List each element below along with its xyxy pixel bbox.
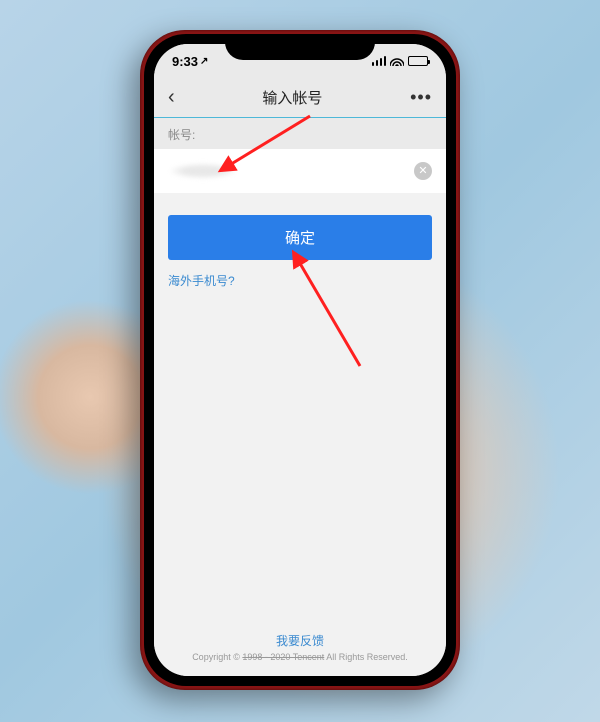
signal-icon: [372, 56, 387, 66]
more-button[interactable]: •••: [410, 87, 432, 108]
copyright-text: Copyright © 1998 - 2020 Tencent All Righ…: [154, 652, 446, 662]
feedback-link[interactable]: 我要反馈: [154, 632, 446, 649]
wifi-icon: [390, 56, 404, 66]
annotation-arrow-1: [210, 108, 320, 178]
annotation-arrow-2: [280, 246, 380, 376]
clear-icon[interactable]: ✕: [414, 162, 432, 180]
battery-icon: [408, 56, 428, 66]
phone-notch: [225, 34, 375, 60]
location-icon: ↗: [200, 56, 208, 67]
page-title: 输入帐号: [262, 87, 322, 108]
back-button[interactable]: ‹: [168, 86, 175, 109]
status-time: 9:33: [172, 54, 198, 69]
